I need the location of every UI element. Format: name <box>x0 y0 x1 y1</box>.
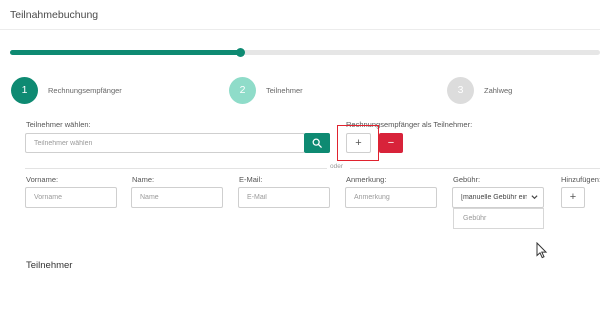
progress-bar <box>10 48 600 57</box>
section-title-teilnehmer: Teilnehmer <box>26 260 73 271</box>
step-2-number: 2 <box>229 76 256 104</box>
gebuehr-selected-value: [manuelle Gebühr ein <box>461 194 527 201</box>
participant-select-input[interactable]: Teilnehmer wählen <box>25 133 305 153</box>
name-label: Name: <box>132 175 155 184</box>
email-input[interactable]: E-Mail <box>238 187 330 208</box>
hinzufuegen-label: Hinzufügen: <box>561 175 600 184</box>
divider-left <box>25 168 327 169</box>
step-2-label: Teilnehmer <box>266 85 303 95</box>
step-rechnungsempfaenger[interactable]: 1 Rechnungsempfänger <box>11 76 122 104</box>
participant-select-label: Teilnehmer wählen: <box>26 120 91 129</box>
highlight-box <box>337 125 379 161</box>
vorname-placeholder: Vorname <box>34 194 63 201</box>
page-title: Teilnahmebuchung <box>10 9 99 21</box>
anmerkung-placeholder: Anmerkung <box>354 194 390 201</box>
name-input[interactable]: Name <box>131 187 223 208</box>
step-1-label: Rechnungsempfänger <box>48 85 122 95</box>
step-3-number: 3 <box>447 76 474 104</box>
remove-recipient-button[interactable]: − <box>379 133 403 153</box>
minus-icon: − <box>387 136 395 149</box>
step-zahlweg[interactable]: 3 Zahlweg <box>447 76 512 104</box>
divider-text: oder <box>330 163 344 170</box>
add-participant-button[interactable]: + <box>561 187 585 208</box>
email-label: E-Mail: <box>239 175 263 184</box>
email-placeholder: E-Mail <box>247 194 267 201</box>
name-placeholder: Name <box>140 194 159 201</box>
progress-knob <box>236 48 246 57</box>
step-1-number: 1 <box>11 76 38 104</box>
anmerkung-label: Anmerkung: <box>346 175 387 184</box>
participant-select-placeholder: Teilnehmer wählen <box>34 139 93 147</box>
step-teilnehmer[interactable]: 2 Teilnehmer <box>229 76 303 104</box>
vorname-label: Vorname: <box>26 175 59 184</box>
gebuehr-dropdown-option[interactable]: Gebühr <box>453 208 544 229</box>
chevron-down-icon <box>531 195 538 200</box>
progress-fill <box>10 50 241 55</box>
step-3-label: Zahlweg <box>484 85 513 95</box>
plus-icon: + <box>569 191 577 203</box>
search-icon <box>312 138 322 148</box>
gebuehr-select[interactable]: [manuelle Gebühr ein <box>452 187 544 208</box>
gebuehr-option-label: Gebühr <box>463 215 487 222</box>
search-button[interactable] <box>304 133 330 153</box>
mouse-cursor-icon <box>536 242 548 259</box>
divider-right <box>350 168 600 169</box>
title-divider <box>0 29 600 30</box>
vorname-input[interactable]: Vorname <box>25 187 117 208</box>
gebuehr-label: Gebühr: <box>453 175 481 184</box>
anmerkung-input[interactable]: Anmerkung <box>345 187 437 208</box>
